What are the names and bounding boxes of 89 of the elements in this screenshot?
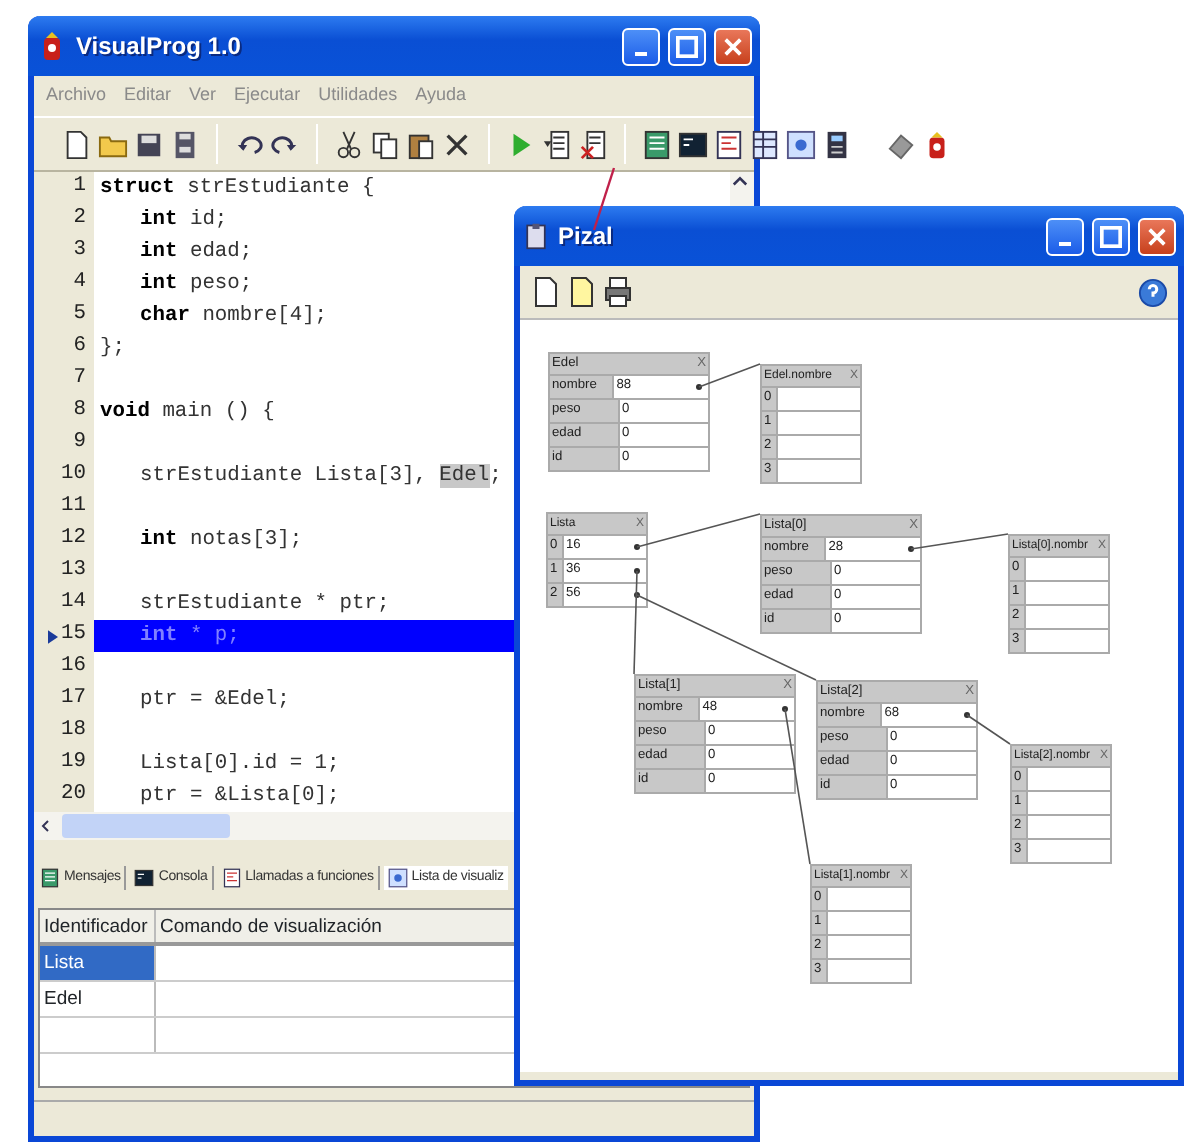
line-number: 17 [61,684,86,715]
line-number: 18 [61,716,86,747]
delete-icon[interactable] [442,129,472,159]
close-button[interactable] [714,27,752,65]
cut-icon[interactable] [334,129,364,159]
close-button[interactable] [1138,217,1176,255]
line-number: 3 [73,236,86,267]
code-line: int peso; [138,270,253,300]
pointer-dot [634,568,640,574]
code-line: char nombre[4]; [138,302,328,332]
line-number: 2 [73,204,86,235]
code-line: Lista[0].id = 1; [138,750,340,780]
scrollbar-thumb[interactable] [62,814,230,838]
pointer-dot [964,712,970,718]
line-number: 16 [61,652,86,683]
close-icon [1146,225,1168,247]
line-number: 11 [61,492,86,523]
maximize-button[interactable] [1092,217,1130,255]
code-line: int notas[3]; [138,526,303,556]
note-page-icon[interactable] [566,274,598,310]
new-page-icon[interactable] [530,274,562,310]
table-cell[interactable]: Lista [40,946,156,980]
connector-line [910,533,1009,550]
line-number: 7 [73,364,86,395]
help-icon[interactable] [1138,277,1168,307]
printer-icon[interactable] [602,274,634,310]
maximize-button[interactable] [668,27,706,65]
paste-icon[interactable] [406,129,436,159]
form-icon[interactable] [714,129,744,159]
save-all-icon[interactable] [170,129,200,159]
code-line: ptr = &Edel; [138,686,290,716]
eraser-icon[interactable] [886,129,916,159]
pointer-dot [782,706,788,712]
line-number: 5 [73,300,86,331]
form-icon [221,868,242,888]
document-lines-icon[interactable] [642,129,672,159]
maximize-icon [1100,225,1122,247]
code-line: strEstudiante * ptr; [138,590,390,620]
line-number: 6 [73,332,86,363]
column-header[interactable]: Identificador [40,910,156,942]
line-number: 4 [73,268,86,299]
line-number: 14 [61,588,86,619]
line-number: 20 [61,780,86,811]
line-number: 1 [73,172,86,203]
connector-line [966,714,1011,745]
code-line: int edad; [138,238,253,268]
minimize-icon [634,52,648,56]
line-number: 9 [73,428,86,459]
line-number: 19 [61,748,86,779]
code-line: int id; [138,206,228,236]
line-number: 8 [73,396,86,427]
close-icon [722,35,744,57]
code-line: void main () { [98,398,275,428]
minimize-button[interactable] [1046,217,1084,255]
copy-icon[interactable] [370,129,400,159]
code-line: }; [98,334,125,364]
code-line: struct strEstudiante { [98,174,375,204]
save-icon[interactable] [134,129,164,159]
document-arrow-icon[interactable] [542,129,572,159]
window-title: Pizal [558,220,615,254]
minimize-button[interactable] [622,27,660,65]
window-title: VisualProg 1.0 [76,30,243,64]
pointer-dot [634,544,640,550]
pointer-dot [634,592,640,598]
connector-line [698,363,761,388]
clipboard-icon [522,222,550,250]
column-header[interactable]: Comando de visualización [156,910,386,942]
scroll-left-icon[interactable] [38,816,54,836]
connector-line [636,513,761,548]
line-number: 10 [61,460,86,491]
document-cross-icon[interactable] [578,129,608,159]
watch-list-icon [387,868,408,888]
new-file-icon[interactable] [62,129,92,159]
line-number: 13 [61,556,86,587]
console-icon[interactable] [678,129,708,159]
code-line: ptr = &Lista[0]; [138,782,340,812]
pointer-dot [908,546,914,552]
calculator-icon[interactable] [822,129,852,159]
document-lines-icon [40,868,60,888]
watch-list-icon[interactable] [786,129,816,159]
console-icon [134,868,155,888]
pointer-dot [696,384,702,390]
line-number: 15 [61,620,86,651]
maximize-icon [676,35,698,57]
table-cell[interactable]: Edel [40,982,156,1016]
table-icon[interactable] [750,129,780,159]
line-number: 12 [61,524,86,555]
code-line: strEstudiante Lista[3], Edel; [138,462,502,492]
minimize-icon [1058,242,1072,246]
